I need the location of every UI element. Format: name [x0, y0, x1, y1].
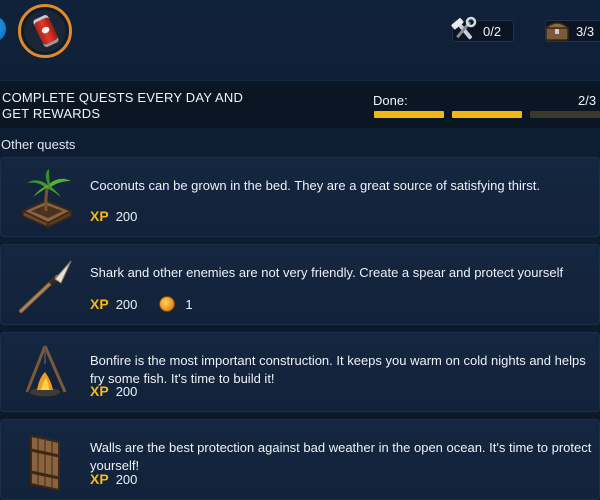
quest-card[interactable]: Walls are the best protection against ba… [0, 419, 600, 500]
xp-amount: 200 [115, 471, 138, 487]
progress-segment-3 [530, 111, 600, 118]
quest-rewards: XP 200 [90, 471, 137, 487]
quest-description: Coconuts can be grown in the bed. They a… [90, 178, 540, 193]
xp-label: XP [90, 208, 109, 224]
quest-rewards: XP 200 1 [90, 296, 193, 312]
xp-amount: 200 [115, 296, 138, 312]
quest-description: Shark and other enemies are not very fri… [90, 265, 564, 280]
hammer-wrench-icon [451, 16, 477, 40]
xp-amount: 200 [115, 208, 138, 224]
quest-card[interactable]: Coconuts can be grown in the bed. They a… [0, 157, 600, 237]
tools-count: 0/2 [483, 23, 502, 39]
xp-label: XP [90, 296, 109, 312]
level-badge-icon[interactable] [0, 14, 8, 44]
daily-progress-bar [374, 111, 600, 118]
wooden-wall-icon [30, 434, 60, 492]
tools-counter[interactable]: 0/2 [451, 16, 514, 42]
spear-icon [19, 260, 72, 313]
palm-planter-icon [20, 169, 74, 229]
quest-card[interactable]: Shark and other enemies are not very fri… [0, 244, 600, 325]
chest-icon [544, 22, 570, 41]
quest-rewards: XP 200 [90, 208, 137, 224]
player-avatar[interactable] [18, 4, 72, 58]
quest-rewards: XP 200 [90, 383, 137, 399]
top-bar: 0/2 3/3 [0, 0, 600, 66]
done-label: Done: [373, 93, 408, 108]
progress-segment-1 [374, 111, 444, 118]
coin-amount: 1 [185, 296, 193, 312]
quest-description: Bonfire is the most important constructi… [90, 353, 586, 386]
progress-segment-2 [452, 111, 522, 118]
xp-label: XP [90, 471, 109, 487]
quest-card[interactable]: Bonfire is the most important constructi… [0, 332, 600, 412]
soda-can-icon [33, 16, 59, 46]
done-count: 2/3 [578, 93, 597, 108]
chest-count: 3/3 [576, 23, 595, 39]
xp-amount: 200 [115, 383, 138, 399]
xp-label: XP [90, 383, 109, 399]
quest-description: Walls are the best protection against ba… [90, 440, 592, 473]
coin-icon [159, 296, 176, 312]
daily-quests-title: COMPLETE QUESTS EVERY DAY AND GET REWARD… [2, 90, 244, 121]
other-quests-heading: Other quests [1, 137, 76, 152]
daily-quests-panel: COMPLETE QUESTS EVERY DAY AND GET REWARD… [0, 80, 600, 128]
bonfire-icon [25, 345, 67, 398]
chest-counter[interactable]: 3/3 [544, 20, 600, 42]
